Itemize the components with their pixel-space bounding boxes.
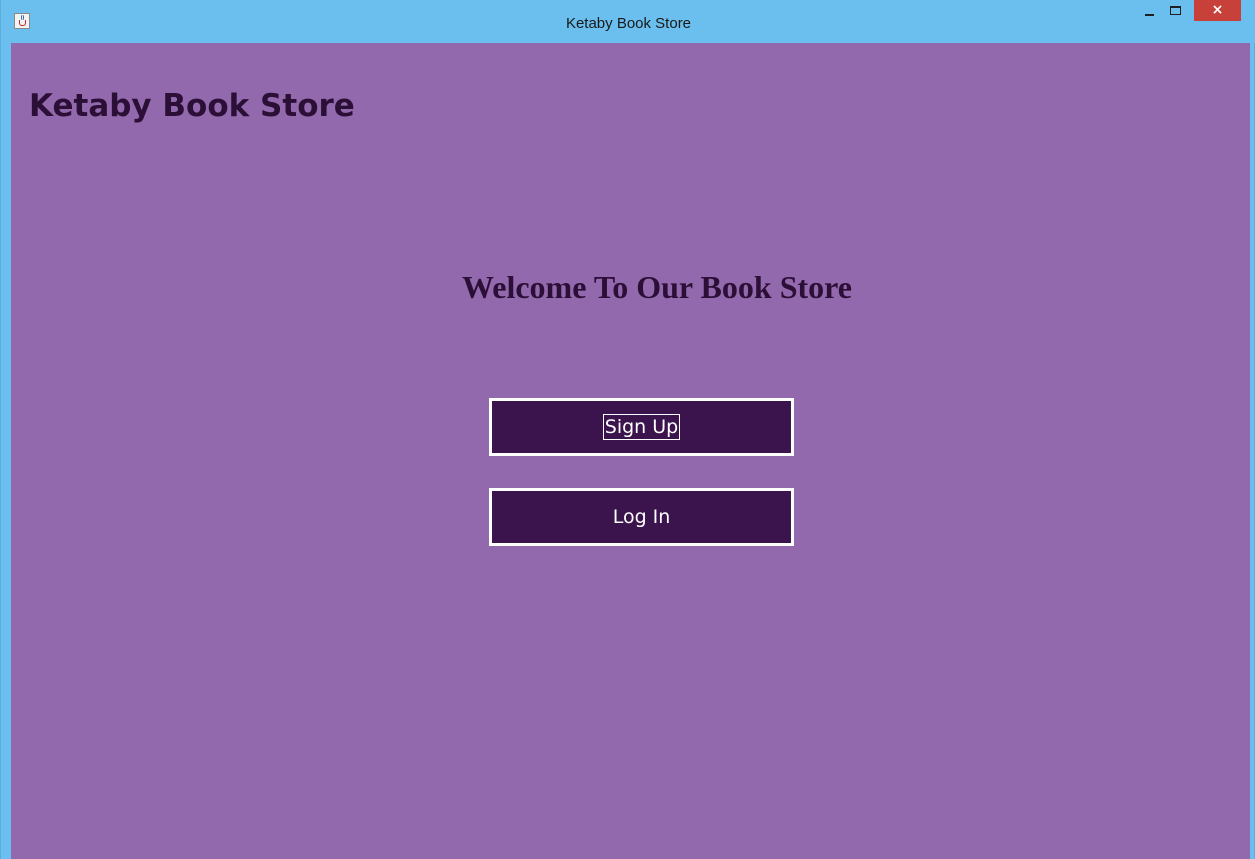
- maximize-icon: [1170, 6, 1181, 15]
- login-button-label: Log In: [612, 506, 671, 528]
- login-button[interactable]: Log In: [489, 488, 794, 546]
- window-title: Ketaby Book Store: [565, 15, 692, 32]
- signup-button-label: Sign Up: [602, 414, 681, 440]
- welcome-heading: Welcome To Our Book Store: [462, 269, 852, 305]
- app-heading: Ketaby Book Store: [29, 88, 355, 124]
- close-button[interactable]: ×: [1194, 0, 1241, 21]
- signup-button[interactable]: Sign Up: [489, 398, 794, 456]
- title-bar[interactable]: Ketaby Book Store ×: [1, 0, 1255, 43]
- minimize-button[interactable]: [1139, 0, 1163, 21]
- minimize-icon: [1145, 14, 1154, 16]
- close-icon: ×: [1211, 2, 1224, 18]
- content-panel: Ketaby Book Store Welcome To Our Book St…: [11, 43, 1250, 859]
- app-window: Ketaby Book Store × Ketaby Book Store We…: [0, 0, 1255, 859]
- maximize-button[interactable]: [1164, 0, 1190, 21]
